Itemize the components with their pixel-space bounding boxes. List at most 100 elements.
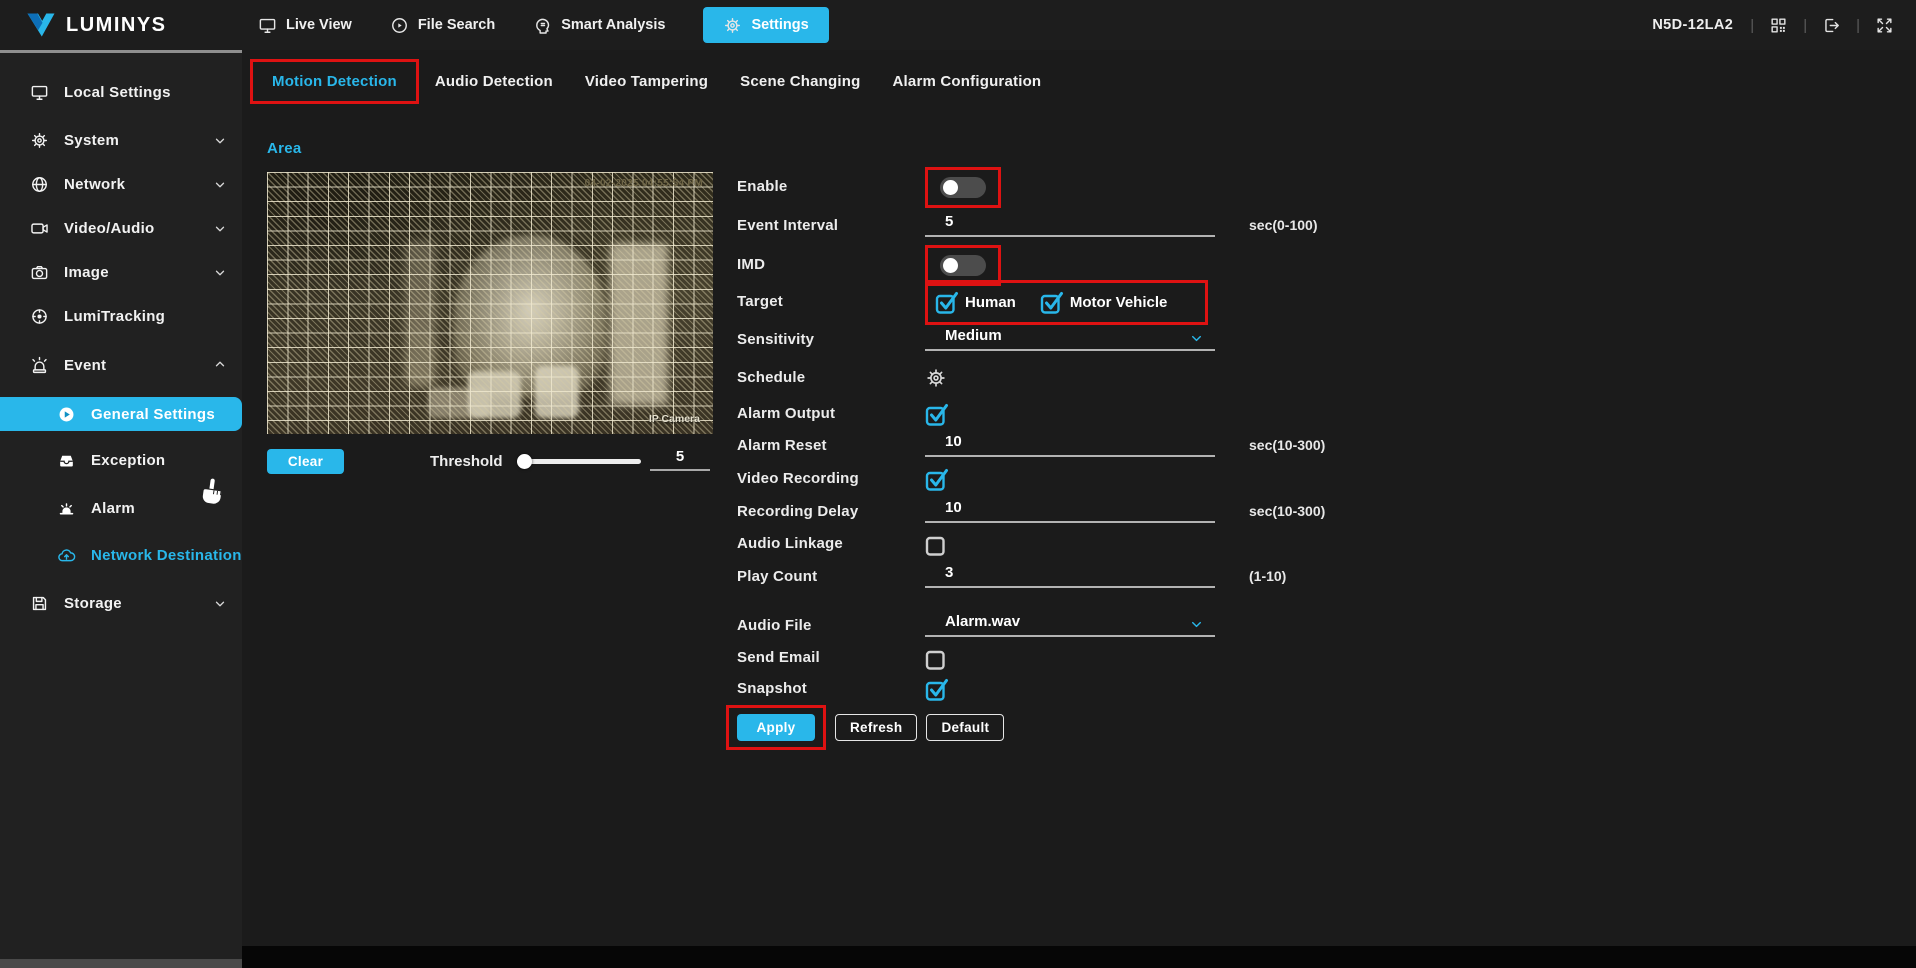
input-value: 5 — [945, 212, 954, 230]
tab-scene-changing[interactable]: Scene Changing — [740, 73, 860, 90]
apply-button[interactable]: Apply — [737, 714, 815, 741]
head-icon — [533, 16, 552, 35]
tab-label: Alarm Configuration — [892, 72, 1042, 90]
motion-grid-overlay[interactable] — [267, 172, 713, 434]
play-count-input[interactable]: 3 — [925, 563, 1215, 588]
input-value: 3 — [945, 563, 954, 581]
checkbox-label: Motor Vehicle — [1069, 293, 1168, 311]
sidebar-item-lumitracking[interactable]: LumiTracking — [0, 301, 242, 331]
default-button[interactable]: Default — [926, 714, 1005, 741]
sidebar-item-image[interactable]: Image — [0, 257, 242, 287]
sidebar-item-label: Image — [64, 263, 109, 281]
logout-button[interactable] — [1822, 16, 1841, 35]
form-row-recording-delay: Recording Delay 10 sec(10-300) — [737, 499, 1797, 525]
annotated-button-wrap: Apply — [726, 705, 826, 750]
alarm-output-checkbox[interactable] — [925, 403, 948, 426]
mouse-cursor — [196, 474, 228, 508]
schedule-button[interactable] — [925, 367, 947, 389]
field-control — [925, 365, 947, 391]
sidebar-item-event[interactable]: Event — [0, 350, 242, 380]
nav-live-view[interactable]: Live View — [258, 16, 352, 35]
gear-icon — [723, 16, 742, 35]
camera-preview[interactable]: 04-02-2025 04:55:54 PM IP Camera — [267, 172, 713, 434]
tab-audio-detection[interactable]: Audio Detection — [435, 73, 553, 90]
field-suffix: (1-10) — [1249, 568, 1287, 584]
sidebar-item-exception[interactable]: Exception — [0, 445, 242, 475]
sensitivity-select[interactable]: Medium — [925, 326, 1215, 351]
form-row-play-count: Play Count 3 (1-10) — [737, 564, 1797, 590]
nav-settings[interactable]: Settings — [703, 7, 829, 43]
sidebar-item-video-audio[interactable]: Video/Audio — [0, 213, 242, 243]
video-recording-checkbox[interactable] — [925, 468, 948, 491]
bottom-strip — [242, 946, 1916, 968]
tab-motion-detection[interactable]: Motion Detection — [250, 58, 419, 104]
siren-icon — [30, 356, 49, 375]
field-control — [925, 244, 1001, 286]
field-label: Target — [737, 293, 783, 310]
slider-track[interactable] — [517, 459, 641, 464]
field-label: Schedule — [737, 369, 806, 386]
chevron-down-icon — [1190, 332, 1203, 345]
chevron-down-icon — [1190, 618, 1203, 631]
field-label: Enable — [737, 178, 788, 195]
annotation-box — [925, 166, 1001, 208]
floppy-icon — [30, 594, 49, 613]
field-control — [925, 531, 946, 557]
sidebar-item-system[interactable]: System — [0, 125, 242, 155]
slider-knob[interactable] — [517, 454, 532, 469]
snapshot-checkbox[interactable] — [925, 678, 948, 701]
threshold-slider[interactable] — [517, 451, 641, 471]
sidebar-item-label: LumiTracking — [64, 307, 166, 325]
field-control: Medium — [925, 327, 1215, 353]
form-buttons: Apply Refresh Default — [726, 705, 1005, 750]
form-row-alarm-output: Alarm Output — [737, 401, 1797, 427]
sidebar-item-storage[interactable]: Storage — [0, 588, 242, 618]
tab-video-tampering[interactable]: Video Tampering — [585, 73, 708, 90]
event-interval-input[interactable]: 5 — [925, 212, 1215, 237]
imd-toggle[interactable] — [940, 254, 986, 276]
field-suffix: sec(10-300) — [1249, 437, 1326, 453]
form-row-event-interval: Event Interval 5 sec(0-100) — [737, 213, 1797, 239]
main-nav: Live View File Search Smart Analysis Settin… — [258, 0, 829, 50]
camera-icon — [30, 263, 49, 282]
recording-delay-input[interactable]: 10 — [925, 498, 1215, 523]
field-control: 5 — [925, 213, 1215, 239]
send-email-checkbox[interactable] — [925, 648, 946, 670]
enable-toggle[interactable] — [940, 176, 986, 198]
select-value: Medium — [945, 326, 1002, 344]
alarm-reset-input[interactable]: 10 — [925, 432, 1215, 457]
toggle-knob — [943, 179, 958, 195]
sidebar-item-label: Exception — [91, 451, 166, 469]
luminys-logo-icon — [26, 12, 56, 38]
field-control: Human Motor Vehicle — [925, 279, 1209, 325]
sidebar-item-network-destination[interactable]: Network Destination — [0, 540, 242, 570]
select-value: Alarm.wav — [945, 612, 1021, 630]
nav-file-search[interactable]: File Search — [390, 16, 495, 35]
sidebar-item-general-settings[interactable]: General Settings — [0, 397, 242, 431]
nav-smart-analysis[interactable]: Smart Analysis — [533, 16, 665, 35]
threshold-value-input[interactable]: 5 — [650, 448, 710, 471]
field-label: Audio Linkage — [737, 535, 843, 552]
input-value: 10 — [945, 498, 962, 516]
tab-alarm-configuration[interactable]: Alarm Configuration — [893, 73, 1042, 90]
human-checkbox[interactable]: Human — [935, 291, 1016, 314]
audio-linkage-checkbox[interactable] — [925, 534, 946, 556]
refresh-button[interactable]: Refresh — [835, 714, 918, 741]
audio-file-select[interactable]: Alarm.wav — [925, 612, 1215, 637]
app-window: LUMINYS Live View File Search Smart Analys… — [0, 0, 1916, 968]
sidebar-item-network[interactable]: Network — [0, 169, 242, 199]
chevron-down-icon — [214, 222, 226, 234]
qr-code-button[interactable] — [1769, 16, 1788, 35]
input-value: 10 — [945, 432, 962, 450]
sidebar-item-label: Event — [64, 356, 107, 374]
motor-vehicle-checkbox[interactable]: Motor Vehicle — [1040, 291, 1168, 314]
tab-label: Audio Detection — [434, 72, 553, 90]
sidebar-item-label: Alarm — [91, 499, 136, 517]
form-row-imd: IMD — [737, 244, 1797, 286]
fullscreen-button[interactable] — [1875, 16, 1894, 35]
sidebar-item-local-settings[interactable]: Local Settings — [0, 77, 242, 107]
clear-button[interactable]: Clear — [267, 449, 344, 474]
field-control — [925, 676, 948, 702]
button-wrap: Default — [926, 714, 1005, 741]
form-row-schedule: Schedule — [737, 365, 1797, 391]
